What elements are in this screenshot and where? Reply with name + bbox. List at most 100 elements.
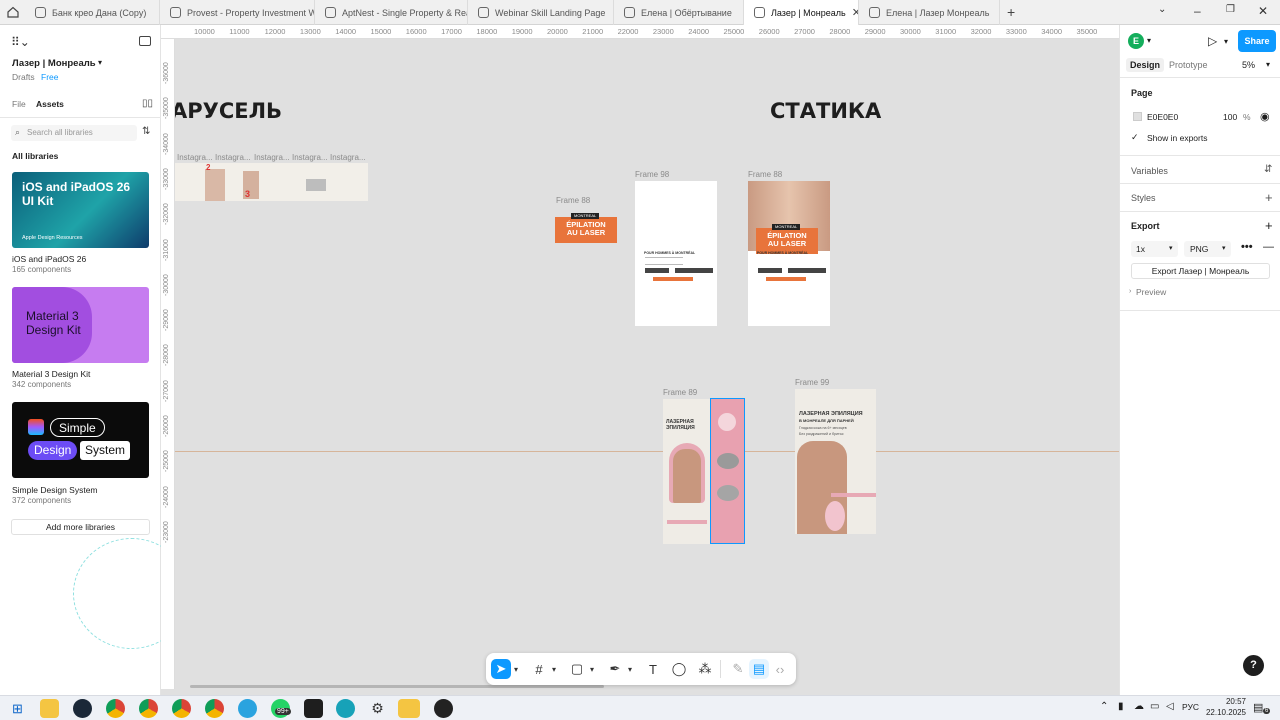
app-icon[interactable] bbox=[336, 699, 355, 718]
clock-date[interactable]: 22.10.2025 bbox=[1198, 708, 1246, 717]
eye-icon[interactable]: ◉ bbox=[1260, 110, 1270, 123]
whatsapp-icon[interactable]: 99+ bbox=[271, 699, 291, 718]
close-window-icon[interactable]: ✕ bbox=[1258, 4, 1268, 18]
filter-icon[interactable]: ⇅ bbox=[142, 126, 150, 137]
start-icon[interactable]: ⊞ bbox=[8, 699, 27, 718]
heading-carousel[interactable]: АРУСЕЛЬ bbox=[175, 99, 282, 123]
frame-99[interactable]: ЛАЗЕРНАЯ ЭПИЛЯЦИЯ В МОНРЕАЛЕ ДЛЯ ПАРНЕЙ … bbox=[795, 389, 876, 534]
notification-icon[interactable]: ▤ bbox=[1253, 701, 1263, 714]
home-icon[interactable] bbox=[7, 6, 19, 18]
text-tool-icon[interactable]: T bbox=[643, 659, 663, 679]
frame-label[interactable]: Instagra... bbox=[215, 153, 251, 162]
settings-icon[interactable]: ⚙ bbox=[368, 699, 387, 718]
heading-static[interactable]: СТАТИКА bbox=[770, 99, 881, 123]
chrome-icon[interactable] bbox=[172, 699, 191, 718]
tab-prototype[interactable]: Prototype bbox=[1169, 60, 1208, 70]
frame-label[interactable]: Frame 89 bbox=[663, 388, 697, 397]
figma-app-icon[interactable] bbox=[304, 699, 323, 718]
preview-toggle[interactable]: Preview bbox=[1136, 287, 1166, 297]
page-color-swatch[interactable] bbox=[1133, 112, 1142, 121]
tab-file[interactable]: File bbox=[12, 99, 26, 109]
page-opacity[interactable]: 100 bbox=[1223, 112, 1237, 122]
show-in-exports-label[interactable]: Show in exports bbox=[1147, 133, 1207, 143]
chevron-down-icon[interactable]: ▾ bbox=[1266, 60, 1270, 69]
library-card-material[interactable]: Material 3 Design Kit bbox=[12, 287, 149, 363]
chrome-icon[interactable] bbox=[139, 699, 158, 718]
network-icon[interactable]: ▭ bbox=[1150, 701, 1159, 712]
language-indicator[interactable]: РУС bbox=[1182, 702, 1199, 712]
tab-webinar[interactable]: Webinar Skill Landing Page bbox=[468, 0, 614, 25]
frame-label[interactable]: Instagra... bbox=[292, 153, 328, 162]
chevron-up-icon[interactable]: ⌃ bbox=[1100, 701, 1108, 712]
library-name[interactable]: Material 3 Design Kit bbox=[12, 369, 90, 379]
frame-label[interactable]: Frame 99 bbox=[795, 378, 829, 387]
frame-label[interactable]: Instagra... bbox=[177, 153, 213, 162]
active-app-icon[interactable] bbox=[398, 699, 420, 718]
tab-aptnest[interactable]: AptNest - Single Property & Real E bbox=[315, 0, 468, 25]
library-card-ios[interactable]: iOS and iPadOS 26 UI Kit Apple Design Res… bbox=[12, 172, 149, 248]
add-more-libraries-button[interactable]: Add more libraries bbox=[11, 519, 150, 535]
frame-tool-icon[interactable]: # bbox=[529, 659, 549, 679]
close-tab-icon[interactable]: ✕ bbox=[852, 6, 858, 19]
carousel-frames[interactable]: 2 3 bbox=[175, 163, 368, 201]
chevron-down-icon[interactable]: ▾ bbox=[549, 659, 559, 679]
frame-label[interactable]: Frame 88 bbox=[556, 196, 590, 205]
chevron-down-icon[interactable]: ▾ bbox=[625, 659, 635, 679]
more-options-icon[interactable]: ••• bbox=[1241, 241, 1253, 253]
search-input[interactable]: ⌕ Search all libraries bbox=[11, 125, 137, 141]
volume-icon[interactable]: ◁ bbox=[1166, 701, 1174, 712]
frame-88-badge[interactable]: MONTREAL ÉPILATION AU LASER bbox=[555, 213, 617, 243]
share-button[interactable]: Share bbox=[1238, 30, 1276, 52]
tab-design[interactable]: Design bbox=[1126, 58, 1165, 72]
help-icon[interactable]: ? bbox=[1243, 655, 1264, 676]
export-button[interactable]: Export Лазер | Монреаль bbox=[1131, 263, 1270, 279]
frame-label[interactable]: Instagra... bbox=[330, 153, 366, 162]
add-style-icon[interactable]: + bbox=[1265, 190, 1273, 205]
dev-mode-icon[interactable]: ‹› bbox=[770, 659, 790, 679]
selected-layer[interactable] bbox=[710, 398, 745, 544]
tab-elena-obertyvanie[interactable]: Елена | Обёртывание bbox=[614, 0, 744, 25]
add-export-icon[interactable]: + bbox=[1265, 218, 1273, 233]
drafts-link[interactable]: Drafts bbox=[12, 72, 35, 82]
actions-icon[interactable]: ⁂ bbox=[695, 659, 715, 679]
frame-label[interactable]: Frame 88 bbox=[748, 170, 782, 179]
frame-label[interactable]: Frame 98 bbox=[635, 170, 669, 179]
chevron-down-icon[interactable]: ⌄ bbox=[1158, 4, 1166, 15]
design-canvas[interactable]: АРУСЕЛЬ СТАТИКА Instagra... Instagra... … bbox=[175, 39, 1119, 689]
user-avatar[interactable]: E bbox=[1128, 33, 1144, 49]
new-tab-icon[interactable]: + bbox=[1007, 4, 1015, 20]
system-tray-icon[interactable]: ☁ bbox=[1134, 701, 1144, 712]
zoom-level[interactable]: 5% bbox=[1242, 60, 1255, 70]
variables-icon[interactable]: ⇵ bbox=[1264, 164, 1272, 175]
tab-assets[interactable]: Assets bbox=[36, 99, 64, 109]
chrome-icon[interactable] bbox=[205, 699, 224, 718]
frame-88-poster[interactable]: MONTREAL ÉPILATION AU LASER POUR HOMMES À… bbox=[748, 181, 830, 326]
figma-menu-icon[interactable]: ⠿⌄ bbox=[11, 35, 30, 49]
comment-tool-icon[interactable]: ◯ bbox=[669, 659, 689, 679]
tab-provest[interactable]: Provest - Property Investment Wel bbox=[160, 0, 315, 25]
book-icon[interactable]: ▯▯ bbox=[142, 98, 153, 109]
tab-elena-laser[interactable]: Елена | Лазер Монреаль bbox=[859, 0, 1000, 25]
move-tool-icon[interactable]: ➤ bbox=[491, 659, 511, 679]
maximize-icon[interactable]: ❐ bbox=[1226, 4, 1235, 15]
explorer-icon[interactable] bbox=[40, 699, 59, 718]
pen-tool-icon[interactable]: ✒ bbox=[605, 659, 625, 679]
export-scale-select[interactable]: 1x ▾ bbox=[1131, 241, 1178, 257]
rectangle-tool-icon[interactable]: ▢ bbox=[567, 659, 587, 679]
checkbox-icon[interactable]: ✓ bbox=[1131, 132, 1139, 143]
app-icon[interactable] bbox=[434, 699, 453, 718]
tab-laser-montreal[interactable]: Лазер | Монреаль ✕ bbox=[744, 0, 859, 25]
page-color-value[interactable]: E0E0E0 bbox=[1147, 112, 1178, 122]
chevron-down-icon[interactable]: ▾ bbox=[511, 659, 521, 679]
clock-time[interactable]: 20:57 bbox=[1212, 697, 1246, 706]
frame-98[interactable]: POUR HOMMES À MONTRÉAL bbox=[635, 181, 717, 326]
plan-badge[interactable]: Free bbox=[41, 72, 58, 82]
sidebar-toggle-icon[interactable] bbox=[139, 36, 151, 46]
draw-mode-icon[interactable]: ✎ bbox=[728, 659, 748, 679]
library-name[interactable]: Simple Design System bbox=[12, 485, 98, 495]
telegram-icon[interactable] bbox=[238, 699, 257, 718]
design-mode-icon[interactable]: ▤ bbox=[749, 659, 769, 679]
present-icon[interactable]: ▷ bbox=[1208, 34, 1217, 48]
remove-export-icon[interactable]: — bbox=[1263, 241, 1274, 253]
tab-bank-kreo[interactable]: Банк крео Дана (Copy) bbox=[25, 0, 160, 25]
